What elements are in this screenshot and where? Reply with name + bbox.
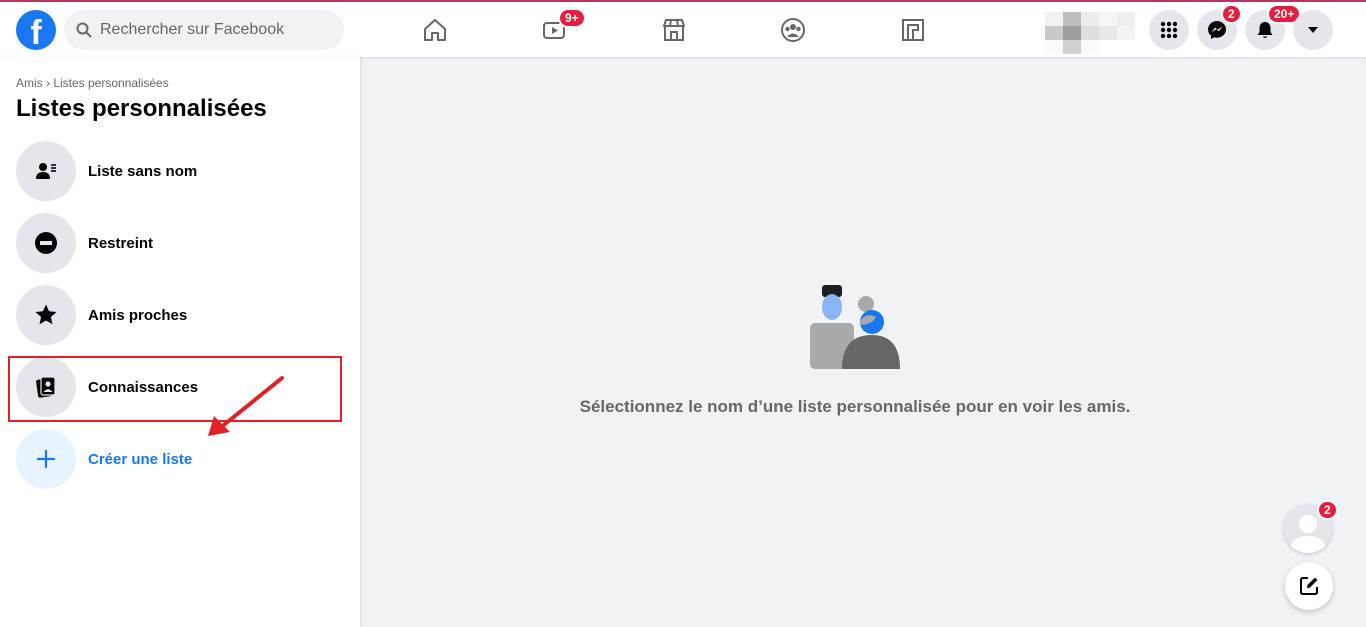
- facebook-logo[interactable]: f: [16, 10, 56, 50]
- empty-state-message: Sélectionnez le nom d’une liste personna…: [579, 397, 1131, 416]
- caret-down-icon: [1308, 27, 1318, 33]
- sidebar-item-label: Créer une liste: [88, 450, 193, 468]
- sidebar-item-label: Liste sans nom: [88, 162, 198, 180]
- account-button[interactable]: [1293, 10, 1333, 50]
- grid-menu-icon: [1160, 21, 1178, 39]
- home-icon: [424, 19, 446, 41]
- notifications-button[interactable]: 20+: [1245, 4, 1302, 50]
- sidebar: Amis › Listes personnalisées Listes pers…: [0, 57, 360, 627]
- compose-icon: [1300, 577, 1318, 595]
- search-input[interactable]: [100, 21, 330, 39]
- create-list-button[interactable]: Créer une liste: [8, 427, 344, 491]
- sidebar-item-label: Restreint: [88, 234, 154, 252]
- messenger-badge: 2: [1221, 4, 1242, 24]
- plus-icon: [36, 449, 56, 469]
- contact-card-icon: [36, 163, 56, 179]
- page-title: Listes personnalisées: [16, 95, 267, 122]
- nav-watch[interactable]: 9+: [524, 8, 586, 52]
- sidebar-item-label: Amis proches: [88, 306, 188, 324]
- profile-shortcut[interactable]: [1045, 12, 1137, 54]
- sidebar-item-amis-proches[interactable]: Amis proches: [8, 283, 344, 347]
- search-bar[interactable]: [64, 10, 344, 50]
- watch-badge: 9+: [558, 8, 586, 28]
- messenger-icon: [1208, 21, 1226, 39]
- sidebar-item-icon-wrap: [16, 429, 76, 489]
- friends-list-illustration-icon: [810, 285, 900, 369]
- breadcrumb[interactable]: Amis › Listes personnalisées: [16, 76, 169, 90]
- new-message-button[interactable]: [1285, 562, 1333, 610]
- star-icon: [35, 304, 57, 325]
- messenger-button[interactable]: 2: [1197, 4, 1242, 50]
- nav-marketplace[interactable]: [644, 8, 704, 52]
- search-icon: [76, 22, 92, 38]
- restricted-icon: [35, 232, 57, 254]
- sidebar-item-icon-wrap: [16, 213, 76, 273]
- main-content: Sélectionnez le nom d’une liste personna…: [360, 57, 1366, 627]
- nav-gaming[interactable]: [883, 8, 943, 52]
- menu-button[interactable]: [1149, 10, 1189, 50]
- top-navigation-bar: f 9+ 2 20: [0, 0, 1366, 57]
- chat-badge: 2: [1317, 500, 1338, 520]
- sidebar-item-icon-wrap: [16, 285, 76, 345]
- nav-home[interactable]: [405, 8, 465, 52]
- nav-groups[interactable]: [763, 8, 823, 52]
- sidebar-item-icon-wrap: [16, 141, 76, 201]
- gaming-icon: [902, 19, 924, 41]
- sidebar-item-liste-sans-nom[interactable]: Liste sans nom: [8, 139, 344, 203]
- annotation-arrow-icon: [208, 376, 284, 436]
- store-icon: [663, 19, 685, 41]
- groups-icon: [781, 18, 805, 42]
- sidebar-item-restreint[interactable]: Restreint: [8, 211, 344, 275]
- annotation-highlight-box: [8, 356, 342, 422]
